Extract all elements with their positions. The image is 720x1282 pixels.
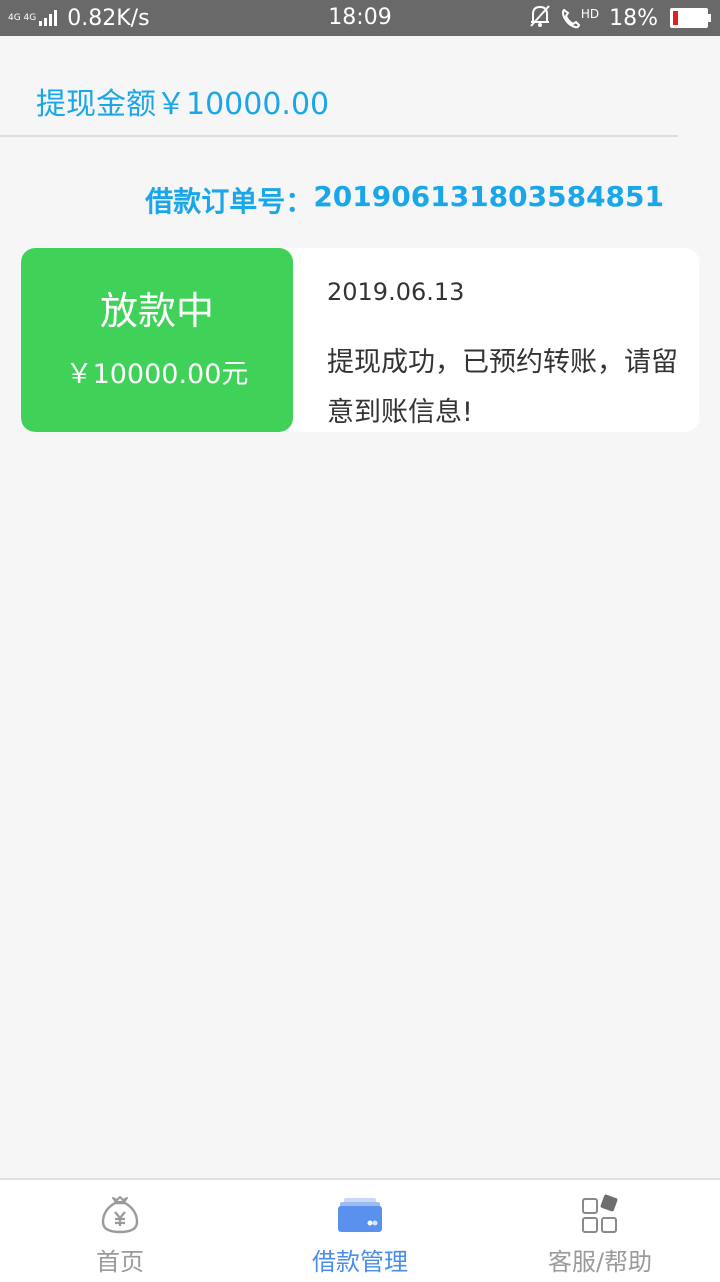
tab-loan-management-label: 借款管理 <box>312 1248 408 1276</box>
grid-icon <box>578 1192 622 1236</box>
money-bag-icon <box>98 1192 142 1236</box>
header: 提现金额￥10000.00 <box>0 36 720 136</box>
status-right: HD 18% <box>529 0 711 36</box>
record-date: 2019.06.13 <box>327 278 465 306</box>
battery-level <box>673 11 678 25</box>
card-icon <box>338 1192 382 1236</box>
record-message: 提现成功，已预约转账，请留意到账信息! <box>327 347 678 428</box>
battery-percent: 18% <box>609 5 658 31</box>
tab-home-label: 首页 <box>96 1248 144 1276</box>
tab-home[interactable]: 首页 <box>0 1180 240 1282</box>
loan-amount: ￥10000.00元 <box>65 359 249 390</box>
loan-status: 放款中 <box>99 289 214 333</box>
status-bar: 4G 4G 0.82K/s 18:09 HD 18% <box>0 0 720 36</box>
tab-loan-management[interactable]: 借款管理 <box>240 1180 480 1282</box>
tab-service-help-label: 客服/帮助 <box>547 1248 653 1276</box>
battery-icon <box>670 8 711 28</box>
bottom-tab-bar: 首页 借款管理 客服/帮助 <box>0 1178 720 1282</box>
mute-bell-icon <box>529 4 551 32</box>
order-label: 借款订单号： <box>145 185 314 218</box>
loan-record-card[interactable]: 放款中 ￥10000.00元 2019.06.13 提现成功，已预约转账，请留意… <box>21 248 699 432</box>
hd-label: HD <box>580 7 600 21</box>
loan-status-block: 放款中 ￥10000.00元 <box>21 248 293 432</box>
tab-service-help[interactable]: 客服/帮助 <box>480 1180 720 1282</box>
hd-call-icon: HD <box>561 7 599 29</box>
order-number: 201906131803584851 <box>313 180 664 213</box>
withdraw-amount: 提现金额￥10000.00 <box>36 87 330 122</box>
divider <box>0 135 678 137</box>
order-number-row: 借款订单号： 201906131803584851 <box>145 180 664 220</box>
